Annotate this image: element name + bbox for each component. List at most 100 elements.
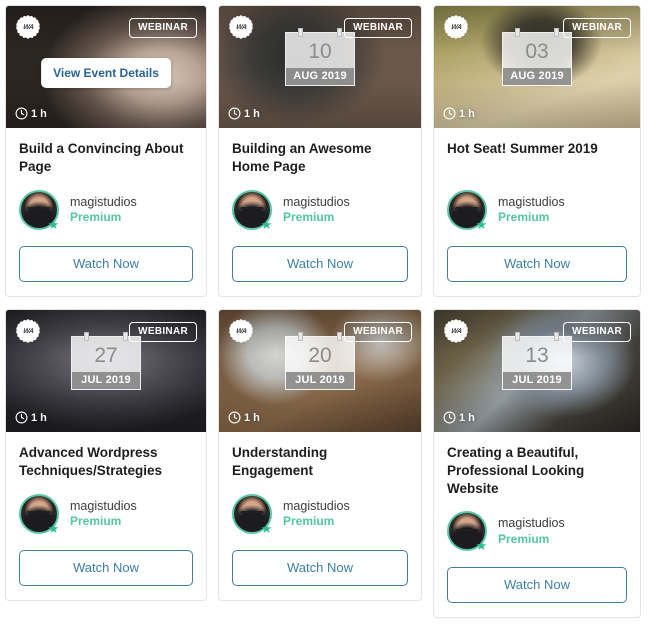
avatar[interactable]: ★ — [232, 190, 273, 232]
date-day: 10 — [308, 40, 332, 63]
avatar[interactable]: ★ — [232, 494, 272, 535]
webinar-card[interactable]: WA WEBINAR 27 JUL 2019 1 h Advanced Word… — [5, 309, 207, 601]
premium-star-icon: ★ — [475, 538, 488, 554]
duration-label: 1 h — [244, 411, 260, 424]
clock-icon — [228, 107, 241, 120]
watch-now-button[interactable]: Watch Now — [19, 246, 193, 282]
date-month-year: JUL 2019 — [286, 372, 354, 389]
glasses-detail — [454, 528, 480, 535]
card-body: Building an Awesome Home Page ★ magistud… — [219, 128, 421, 296]
clock-icon — [443, 411, 456, 424]
glasses-detail — [454, 207, 480, 213]
duration-label: 1 h — [459, 411, 475, 424]
glasses-detail — [239, 207, 265, 213]
webinar-card[interactable]: WA WEBINAR View Event Details 1 h Build … — [5, 5, 207, 297]
webinar-card[interactable]: WA WEBINAR 20 JUL 2019 1 h Understanding… — [218, 309, 422, 601]
watch-now-button[interactable]: Watch Now — [232, 550, 408, 586]
author-row[interactable]: ★ magistudios Premium — [447, 511, 627, 554]
author-row[interactable]: ★ magistudios Premium — [19, 190, 193, 231]
seal-label: WA — [22, 327, 34, 335]
watch-now-button[interactable]: Watch Now — [447, 567, 627, 604]
type-badge: WEBINAR — [563, 322, 631, 342]
card-title: Building an Awesome Home Page — [232, 141, 372, 174]
card-thumbnail[interactable]: WA WEBINAR 10 AUG 2019 1 h — [219, 6, 421, 128]
premium-star-icon: ★ — [260, 217, 273, 232]
card-title: Creating a Beautiful, Professional Looki… — [447, 445, 585, 496]
duration-badge: 1 h — [15, 411, 47, 424]
glasses-detail — [26, 207, 52, 213]
seal-label: WA — [22, 23, 34, 31]
watch-now-button[interactable]: Watch Now — [19, 550, 193, 586]
clock-icon — [15, 411, 28, 424]
author-meta: magistudios Premium — [283, 499, 350, 529]
card-body: Advanced Wordpress Techniques/Strategies… — [6, 432, 206, 600]
card-thumbnail[interactable]: WA WEBINAR View Event Details 1 h — [6, 6, 206, 128]
date-month-year: AUG 2019 — [286, 68, 354, 85]
card-thumbnail[interactable]: WA WEBINAR 13 JUL 2019 1 h — [434, 310, 640, 432]
card-cell: WA WEBINAR View Event Details 1 h Build … — [0, 0, 213, 304]
duration-label: 1 h — [31, 107, 47, 120]
author-row[interactable]: ★ magistudios Premium — [447, 190, 627, 232]
author-row[interactable]: ★ magistudios Premium — [232, 494, 408, 535]
webinar-card[interactable]: WA WEBINAR 13 JUL 2019 1 h Creating a Be… — [433, 309, 641, 619]
seal-label: WA — [235, 23, 247, 31]
card-body: Hot Seat! Summer 2019 ★ magistudios Prem… — [434, 128, 640, 296]
card-title: Build a Convincing About Page — [19, 141, 184, 174]
duration-label: 1 h — [459, 107, 475, 120]
date-badge: 20 JUL 2019 — [285, 332, 355, 390]
author-meta: magistudios Premium — [283, 194, 350, 225]
duration-badge: 1 h — [228, 107, 260, 120]
seal-label: WA — [450, 23, 462, 31]
clock-icon — [228, 411, 241, 424]
avatar[interactable]: ★ — [447, 190, 488, 232]
date-badge: 13 JUL 2019 — [502, 332, 572, 390]
author-tier-badge: Premium — [498, 531, 550, 546]
author-tier-badge: Premium — [283, 210, 335, 225]
author-row[interactable]: ★ magistudios Premium — [19, 494, 193, 536]
date-month-year: JUL 2019 — [72, 372, 140, 389]
view-event-details-button[interactable]: View Event Details — [41, 58, 171, 88]
watch-now-button[interactable]: Watch Now — [447, 246, 627, 282]
author-tier-badge: Premium — [498, 210, 550, 225]
glasses-detail — [26, 511, 52, 517]
premium-star-icon: ★ — [475, 217, 488, 232]
author-tier-badge: Premium — [283, 514, 335, 529]
duration-badge: 1 h — [443, 107, 475, 120]
author-meta: magistudios Premium — [498, 195, 565, 225]
date-day: 13 — [525, 344, 549, 367]
author-meta: magistudios Premium — [498, 516, 565, 546]
watch-now-button[interactable]: Watch Now — [232, 246, 408, 282]
card-title: Hot Seat! Summer 2019 — [447, 141, 598, 156]
author-name: magistudios — [283, 194, 350, 209]
seal-label: WA — [235, 327, 247, 335]
card-body: Creating a Beautiful, Professional Looki… — [434, 432, 640, 617]
webinar-card[interactable]: WA WEBINAR 10 AUG 2019 1 h Building an A… — [218, 5, 422, 297]
author-tier-badge: Premium — [70, 210, 122, 225]
avatar[interactable]: ★ — [19, 190, 59, 231]
date-month-year: AUG 2019 — [503, 68, 571, 85]
duration-badge: 1 h — [443, 411, 475, 424]
card-title: Advanced Wordpress Techniques/Strategies — [19, 445, 163, 478]
card-thumbnail[interactable]: WA WEBINAR 03 AUG 2019 1 h — [434, 6, 640, 128]
avatar[interactable]: ★ — [19, 494, 60, 536]
card-thumbnail[interactable]: WA WEBINAR 20 JUL 2019 1 h — [219, 310, 421, 432]
date-badge: 27 JUL 2019 — [71, 332, 141, 390]
date-day: 03 — [525, 40, 549, 63]
premium-star-icon: ★ — [47, 521, 60, 536]
duration-badge: 1 h — [15, 107, 47, 120]
clock-icon — [15, 107, 28, 120]
clock-icon — [443, 107, 456, 120]
type-badge: WEBINAR — [563, 18, 631, 38]
author-tier-badge: Premium — [70, 514, 122, 529]
card-cell: WA WEBINAR 13 JUL 2019 1 h Creating a Be… — [428, 304, 647, 625]
duration-badge: 1 h — [228, 411, 260, 424]
date-badge: 03 AUG 2019 — [502, 28, 572, 86]
date-day: 27 — [94, 344, 118, 367]
author-row[interactable]: ★ magistudios Premium — [232, 190, 408, 232]
avatar[interactable]: ★ — [447, 511, 488, 554]
webinar-card[interactable]: WA WEBINAR 03 AUG 2019 1 h Hot Seat! Sum… — [433, 5, 641, 297]
card-thumbnail[interactable]: WA WEBINAR 27 JUL 2019 1 h — [6, 310, 206, 432]
author-name: magistudios — [70, 498, 137, 513]
author-name: magistudios — [70, 194, 137, 209]
card-title: Understanding Engagement — [232, 445, 328, 478]
